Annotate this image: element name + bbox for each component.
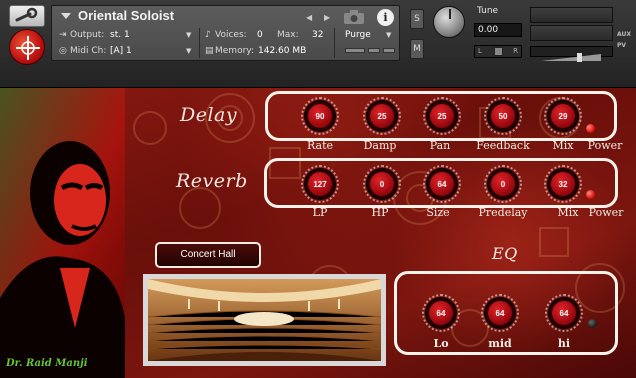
max-voices-value[interactable]: 32 bbox=[312, 30, 323, 40]
voices-value: 0 bbox=[257, 30, 263, 40]
tune-label: Tune bbox=[477, 6, 499, 16]
max-label: Max: bbox=[277, 30, 299, 40]
eq-mid-label: mid bbox=[488, 337, 512, 350]
delay-power-led[interactable] bbox=[586, 124, 595, 133]
reverb-hp-knob[interactable]: 0 bbox=[368, 170, 396, 198]
output-dropdown-icon[interactable]: ▼ bbox=[186, 31, 191, 39]
eq-mid-knob[interactable]: 64 bbox=[486, 299, 514, 327]
purge-label[interactable]: Purge bbox=[345, 30, 371, 40]
library-logo bbox=[9, 29, 45, 65]
output-value[interactable]: st. 1 bbox=[110, 30, 130, 40]
eq-hi-knob[interactable]: 64 bbox=[550, 299, 578, 327]
concert-hall-image bbox=[143, 274, 386, 366]
memory-label: Memory: bbox=[215, 46, 254, 56]
delay-damp-label: Damp bbox=[363, 139, 397, 152]
memory-value: 142.60 MB bbox=[258, 46, 307, 56]
instrument-info-box: Oriental Soloist ◀ ▶ i ⇥ Output: st. 1 ▼… bbox=[51, 5, 400, 61]
next-instrument-icon[interactable]: ▶ bbox=[324, 13, 330, 22]
reverb-predelay-label: Predelay bbox=[478, 206, 528, 219]
instrument-panel: Dr. Raid Manji Delay 90 Rate 25 Damp 25 … bbox=[0, 88, 636, 378]
reverb-mix-knob[interactable]: 32 bbox=[549, 170, 577, 198]
level-meter-left bbox=[530, 7, 613, 23]
reverb-power-label: Power bbox=[588, 206, 624, 219]
pan-slider[interactable]: L R bbox=[474, 45, 522, 58]
delay-feedback-knob[interactable]: 50 bbox=[489, 102, 517, 130]
delay-mix-label: Mix bbox=[552, 139, 574, 152]
reverb-mix-label: Mix bbox=[557, 206, 579, 219]
solo-button[interactable]: S bbox=[410, 9, 424, 29]
pan-left-label: L bbox=[478, 47, 482, 55]
midi-channel-value[interactable]: [A] 1 bbox=[110, 46, 132, 56]
delay-feedback-label: Feedback bbox=[476, 139, 530, 152]
signature: Dr. Raid Manji bbox=[6, 358, 88, 369]
pv-label[interactable]: PV bbox=[617, 42, 626, 49]
midi-channel-label: Midi Ch: bbox=[70, 46, 107, 56]
camera-icon[interactable] bbox=[344, 10, 364, 24]
tune-value[interactable]: 0.00 bbox=[474, 23, 522, 37]
midi-icon: ◎ bbox=[59, 46, 67, 56]
eq-power-led[interactable] bbox=[588, 319, 597, 328]
delay-rate-label: Rate bbox=[306, 139, 334, 152]
pan-right-label: R bbox=[513, 47, 518, 55]
volume-slider[interactable] bbox=[530, 46, 613, 62]
output-label: Output: bbox=[70, 30, 105, 40]
eq-lo-knob[interactable]: 64 bbox=[427, 299, 455, 327]
delay-damp-knob[interactable]: 25 bbox=[368, 102, 396, 130]
wrench-button[interactable] bbox=[9, 5, 45, 27]
pan-handle[interactable] bbox=[494, 47, 503, 56]
eq-lo-label: Lo bbox=[433, 337, 449, 350]
reverb-hp-label: HP bbox=[371, 206, 389, 219]
wrench-icon bbox=[15, 7, 38, 22]
memory-icon: ▤ bbox=[205, 46, 214, 56]
purge-dropdown-icon[interactable]: ▼ bbox=[386, 31, 391, 39]
eq-title: EQ bbox=[492, 244, 518, 263]
reverb-lp-label: LP bbox=[312, 206, 328, 219]
delay-rate-knob[interactable]: 90 bbox=[306, 102, 334, 130]
delay-power-label: Power bbox=[587, 139, 623, 152]
prev-instrument-icon[interactable]: ◀ bbox=[306, 13, 312, 22]
aux-label[interactable]: AUX bbox=[617, 31, 631, 38]
voices-icon: ♪ bbox=[205, 30, 211, 40]
info-button[interactable]: i bbox=[377, 9, 394, 26]
output-icon: ⇥ bbox=[59, 30, 67, 40]
mute-button[interactable]: M bbox=[410, 39, 424, 59]
delay-title: Delay bbox=[180, 104, 238, 126]
reverb-title: Reverb bbox=[176, 170, 248, 192]
level-meter-right bbox=[530, 25, 613, 41]
reverb-predelay-knob[interactable]: 0 bbox=[489, 170, 517, 198]
voices-label: Voices: bbox=[215, 30, 247, 40]
tune-knob[interactable] bbox=[433, 6, 465, 38]
reverb-size-label: Size bbox=[426, 206, 450, 219]
delay-pan-label: Pan bbox=[429, 139, 451, 152]
delay-mix-knob[interactable]: 29 bbox=[549, 102, 577, 130]
artist-portrait bbox=[0, 88, 125, 378]
reverb-size-knob[interactable]: 64 bbox=[428, 170, 456, 198]
delay-pan-knob[interactable]: 25 bbox=[428, 102, 456, 130]
impulse-select-button[interactable]: Concert Hall bbox=[155, 242, 261, 268]
instrument-header: Oriental Soloist ◀ ▶ i ⇥ Output: st. 1 ▼… bbox=[0, 0, 636, 88]
reverb-lp-knob[interactable]: 127 bbox=[306, 170, 334, 198]
instrument-menu-arrow-icon[interactable] bbox=[61, 13, 71, 19]
instrument-name[interactable]: Oriental Soloist bbox=[78, 8, 174, 23]
reverb-power-led[interactable] bbox=[586, 190, 595, 199]
midi-dropdown-icon[interactable]: ▼ bbox=[186, 47, 191, 55]
eq-hi-label: hi bbox=[557, 337, 571, 350]
